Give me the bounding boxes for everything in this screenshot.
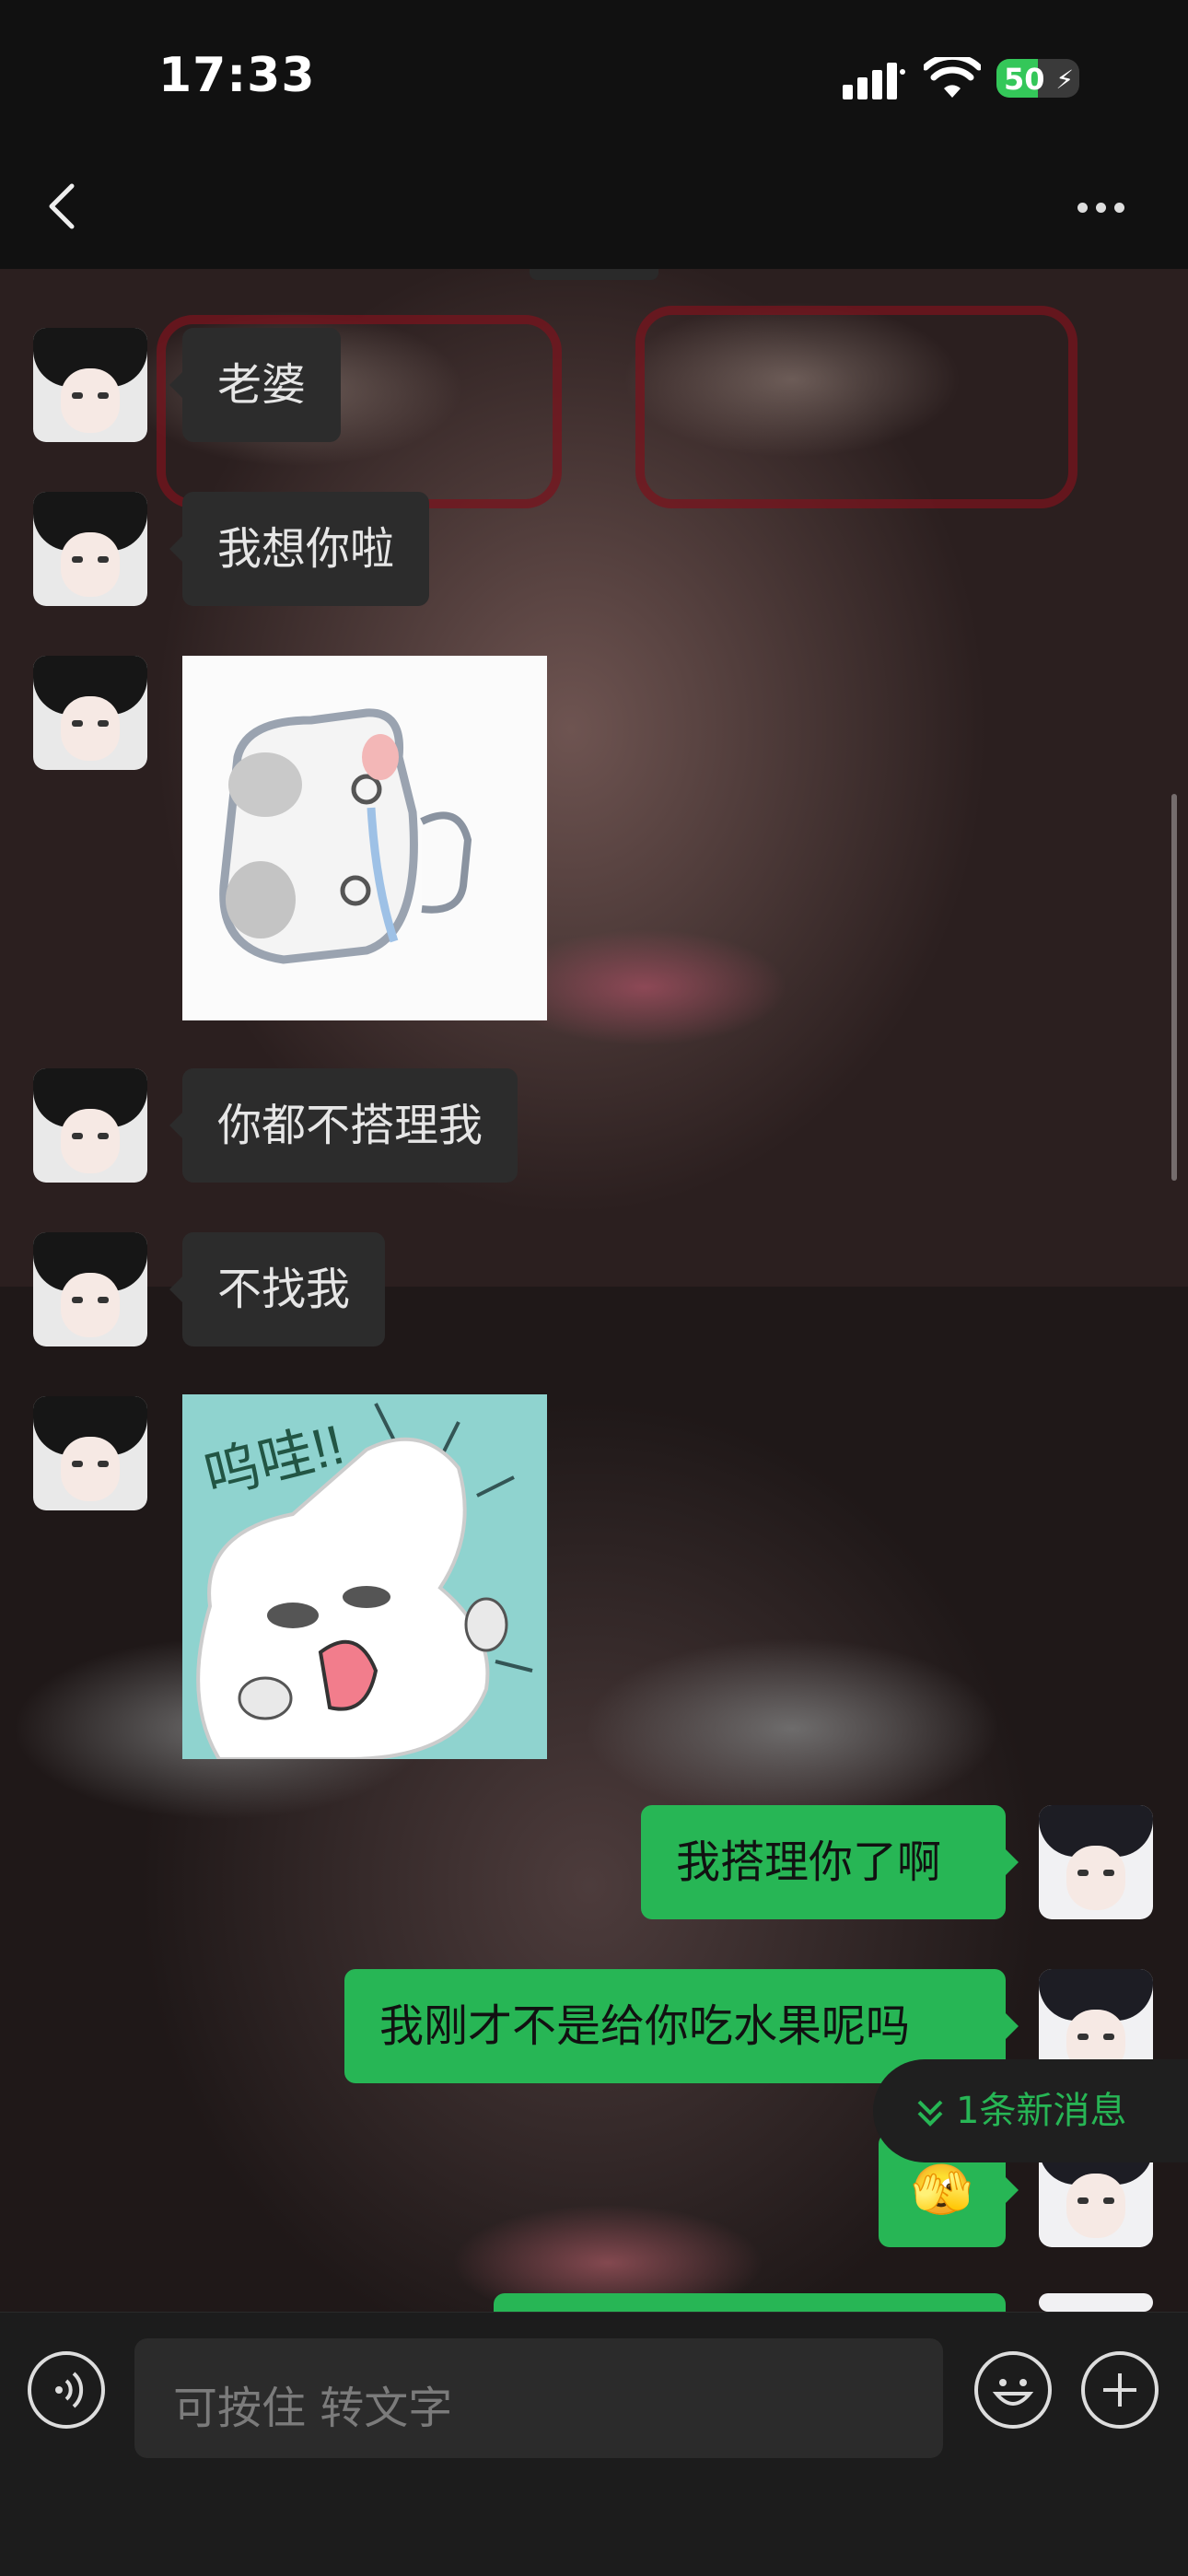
status-bar: 17:33 50 ⚡	[0, 0, 1188, 138]
message-input-placeholder: 可按住 转文字	[173, 2383, 453, 2434]
incoming-message-bubble[interactable]: 不找我	[169, 1232, 386, 1346]
sticker-message[interactable]	[182, 656, 547, 1020]
contact-avatar[interactable]	[33, 328, 147, 442]
background-photo-frame	[635, 306, 1077, 508]
cellular-signal-icon	[843, 63, 905, 99]
incoming-message-bubble[interactable]: 我想你啦	[169, 492, 430, 606]
status-time: 17:33	[158, 48, 316, 103]
crying-puppy-sticker-icon	[219, 708, 472, 964]
contact-avatar[interactable]	[33, 1396, 147, 1510]
outgoing-message-bubble[interactable]: 我搭理你了啊	[641, 1805, 1019, 1919]
contact-avatar[interactable]	[33, 1232, 147, 1346]
new-message-label: 1条新消息	[956, 2090, 1127, 2132]
voice-input-icon[interactable]	[28, 2351, 105, 2429]
wifi-icon	[924, 57, 981, 98]
scrollbar[interactable]	[1171, 794, 1177, 1181]
chat-title	[497, 175, 691, 230]
pull-handle	[530, 269, 658, 280]
emoji-icon[interactable]	[974, 2351, 1052, 2429]
double-chevron-down-icon	[917, 2100, 943, 2127]
ellipsis-icon[interactable]	[1077, 199, 1133, 216]
message-input[interactable]: 可按住 转文字	[134, 2338, 943, 2458]
my-avatar	[1039, 2293, 1153, 2312]
charging-bolt-icon: ⚡	[1055, 64, 1074, 95]
input-bar: 可按住 转文字	[0, 2312, 1188, 2576]
battery-level: 50	[1004, 62, 1045, 97]
chevron-left-icon[interactable]	[37, 179, 92, 234]
contact-avatar[interactable]	[33, 492, 147, 606]
contact-avatar[interactable]	[33, 1068, 147, 1183]
new-message-banner[interactable]: 1条新消息	[873, 2059, 1188, 2162]
contact-avatar[interactable]	[33, 656, 147, 770]
my-avatar[interactable]	[1039, 1805, 1153, 1919]
wailing-puppy-sticker-icon: 呜哇!!	[196, 1403, 533, 1759]
chat-header	[0, 138, 1188, 270]
incoming-message-bubble[interactable]: 你都不搭理我	[169, 1068, 518, 1183]
battery-indicator: 50 ⚡	[996, 59, 1079, 98]
incoming-message-bubble[interactable]: 老婆	[169, 328, 342, 442]
outgoing-message-bubble-partial	[494, 2293, 1019, 2363]
plus-icon[interactable]	[1081, 2351, 1159, 2429]
sticker-message[interactable]: 呜哇!!	[182, 1394, 547, 1759]
